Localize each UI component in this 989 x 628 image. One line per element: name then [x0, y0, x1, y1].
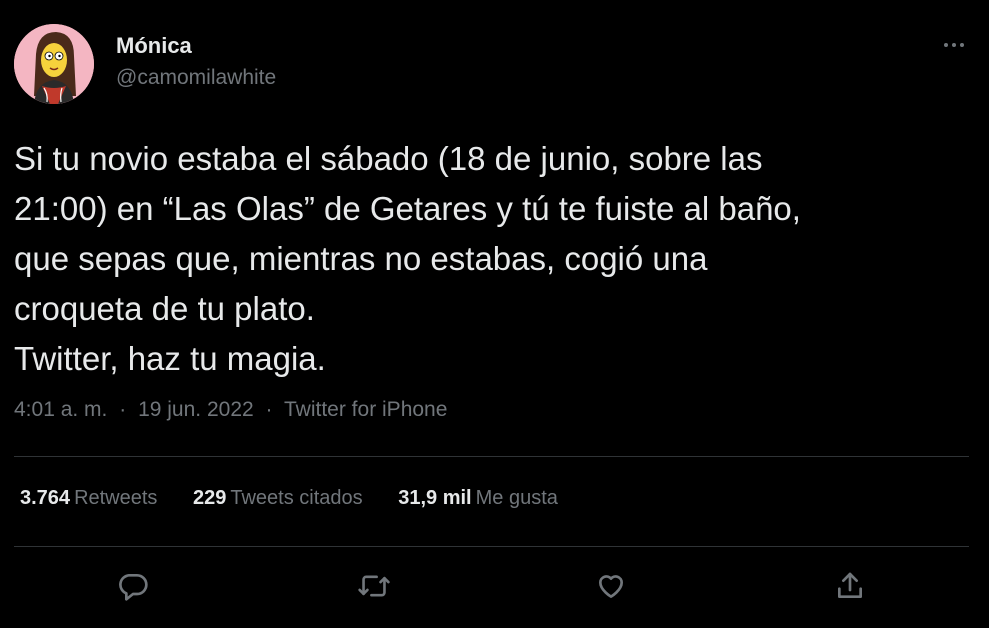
reply-icon	[119, 574, 148, 601]
tweet-meta: 4:01 a. m. · 19 jun. 2022 · Twitter for …	[14, 398, 447, 422]
tweet-time[interactable]: 4:01 a. m.	[14, 398, 107, 421]
tweet-card: Mónica @camomilawhite Si tu novio estaba…	[0, 0, 989, 628]
retweet-button[interactable]	[354, 566, 394, 606]
tweet-text: Si tu novio estaba el sábado (18 de juni…	[14, 134, 974, 384]
more-options-button[interactable]	[934, 30, 974, 60]
meta-separator: ·	[265, 398, 273, 421]
divider	[14, 456, 969, 457]
tweet-text-line: que sepas que, mientras no estabas, cogi…	[14, 240, 708, 277]
avatar-image	[14, 24, 94, 104]
share-button[interactable]	[830, 566, 870, 606]
tweet-text-line: croqueta de tu plato.	[14, 290, 315, 327]
author-display-name[interactable]: Mónica	[116, 33, 192, 59]
likes-label: Me gusta	[475, 487, 558, 509]
retweet-icon	[358, 575, 390, 597]
reply-button[interactable]	[113, 566, 153, 606]
retweets-label: Retweets	[74, 487, 158, 509]
share-icon	[838, 572, 862, 598]
likes-count: 31,9 mil	[398, 487, 472, 509]
tweet-source[interactable]: Twitter for iPhone	[284, 398, 447, 421]
author-handle[interactable]: @camomilawhite	[116, 66, 276, 90]
tweet-stats: 3.764 Retweets 229 Tweets citados 31,9 mil…	[20, 487, 588, 510]
like-button[interactable]	[591, 566, 631, 606]
quotes-label: Tweets citados	[230, 487, 363, 509]
likes-stat[interactable]: 31,9 mil Me gusta	[398, 487, 558, 510]
like-icon	[599, 575, 623, 598]
tweet-text-line: Si tu novio estaba el sábado (18 de juni…	[14, 140, 763, 177]
tweet-text-line: 21:00) en “Las Olas” de Getares y tú te …	[14, 190, 801, 227]
meta-separator: ·	[119, 398, 127, 421]
quotes-stat[interactable]: 229 Tweets citados	[193, 487, 363, 510]
tweet-text-line: Twitter, haz tu magia.	[14, 340, 326, 377]
divider	[14, 546, 969, 547]
retweets-stat[interactable]: 3.764 Retweets	[20, 487, 157, 510]
avatar[interactable]	[14, 24, 94, 104]
tweet-date[interactable]: 19 jun. 2022	[138, 398, 254, 421]
retweets-count: 3.764	[20, 487, 71, 509]
more-dots-icon	[944, 43, 964, 47]
quotes-count: 229	[193, 487, 227, 509]
